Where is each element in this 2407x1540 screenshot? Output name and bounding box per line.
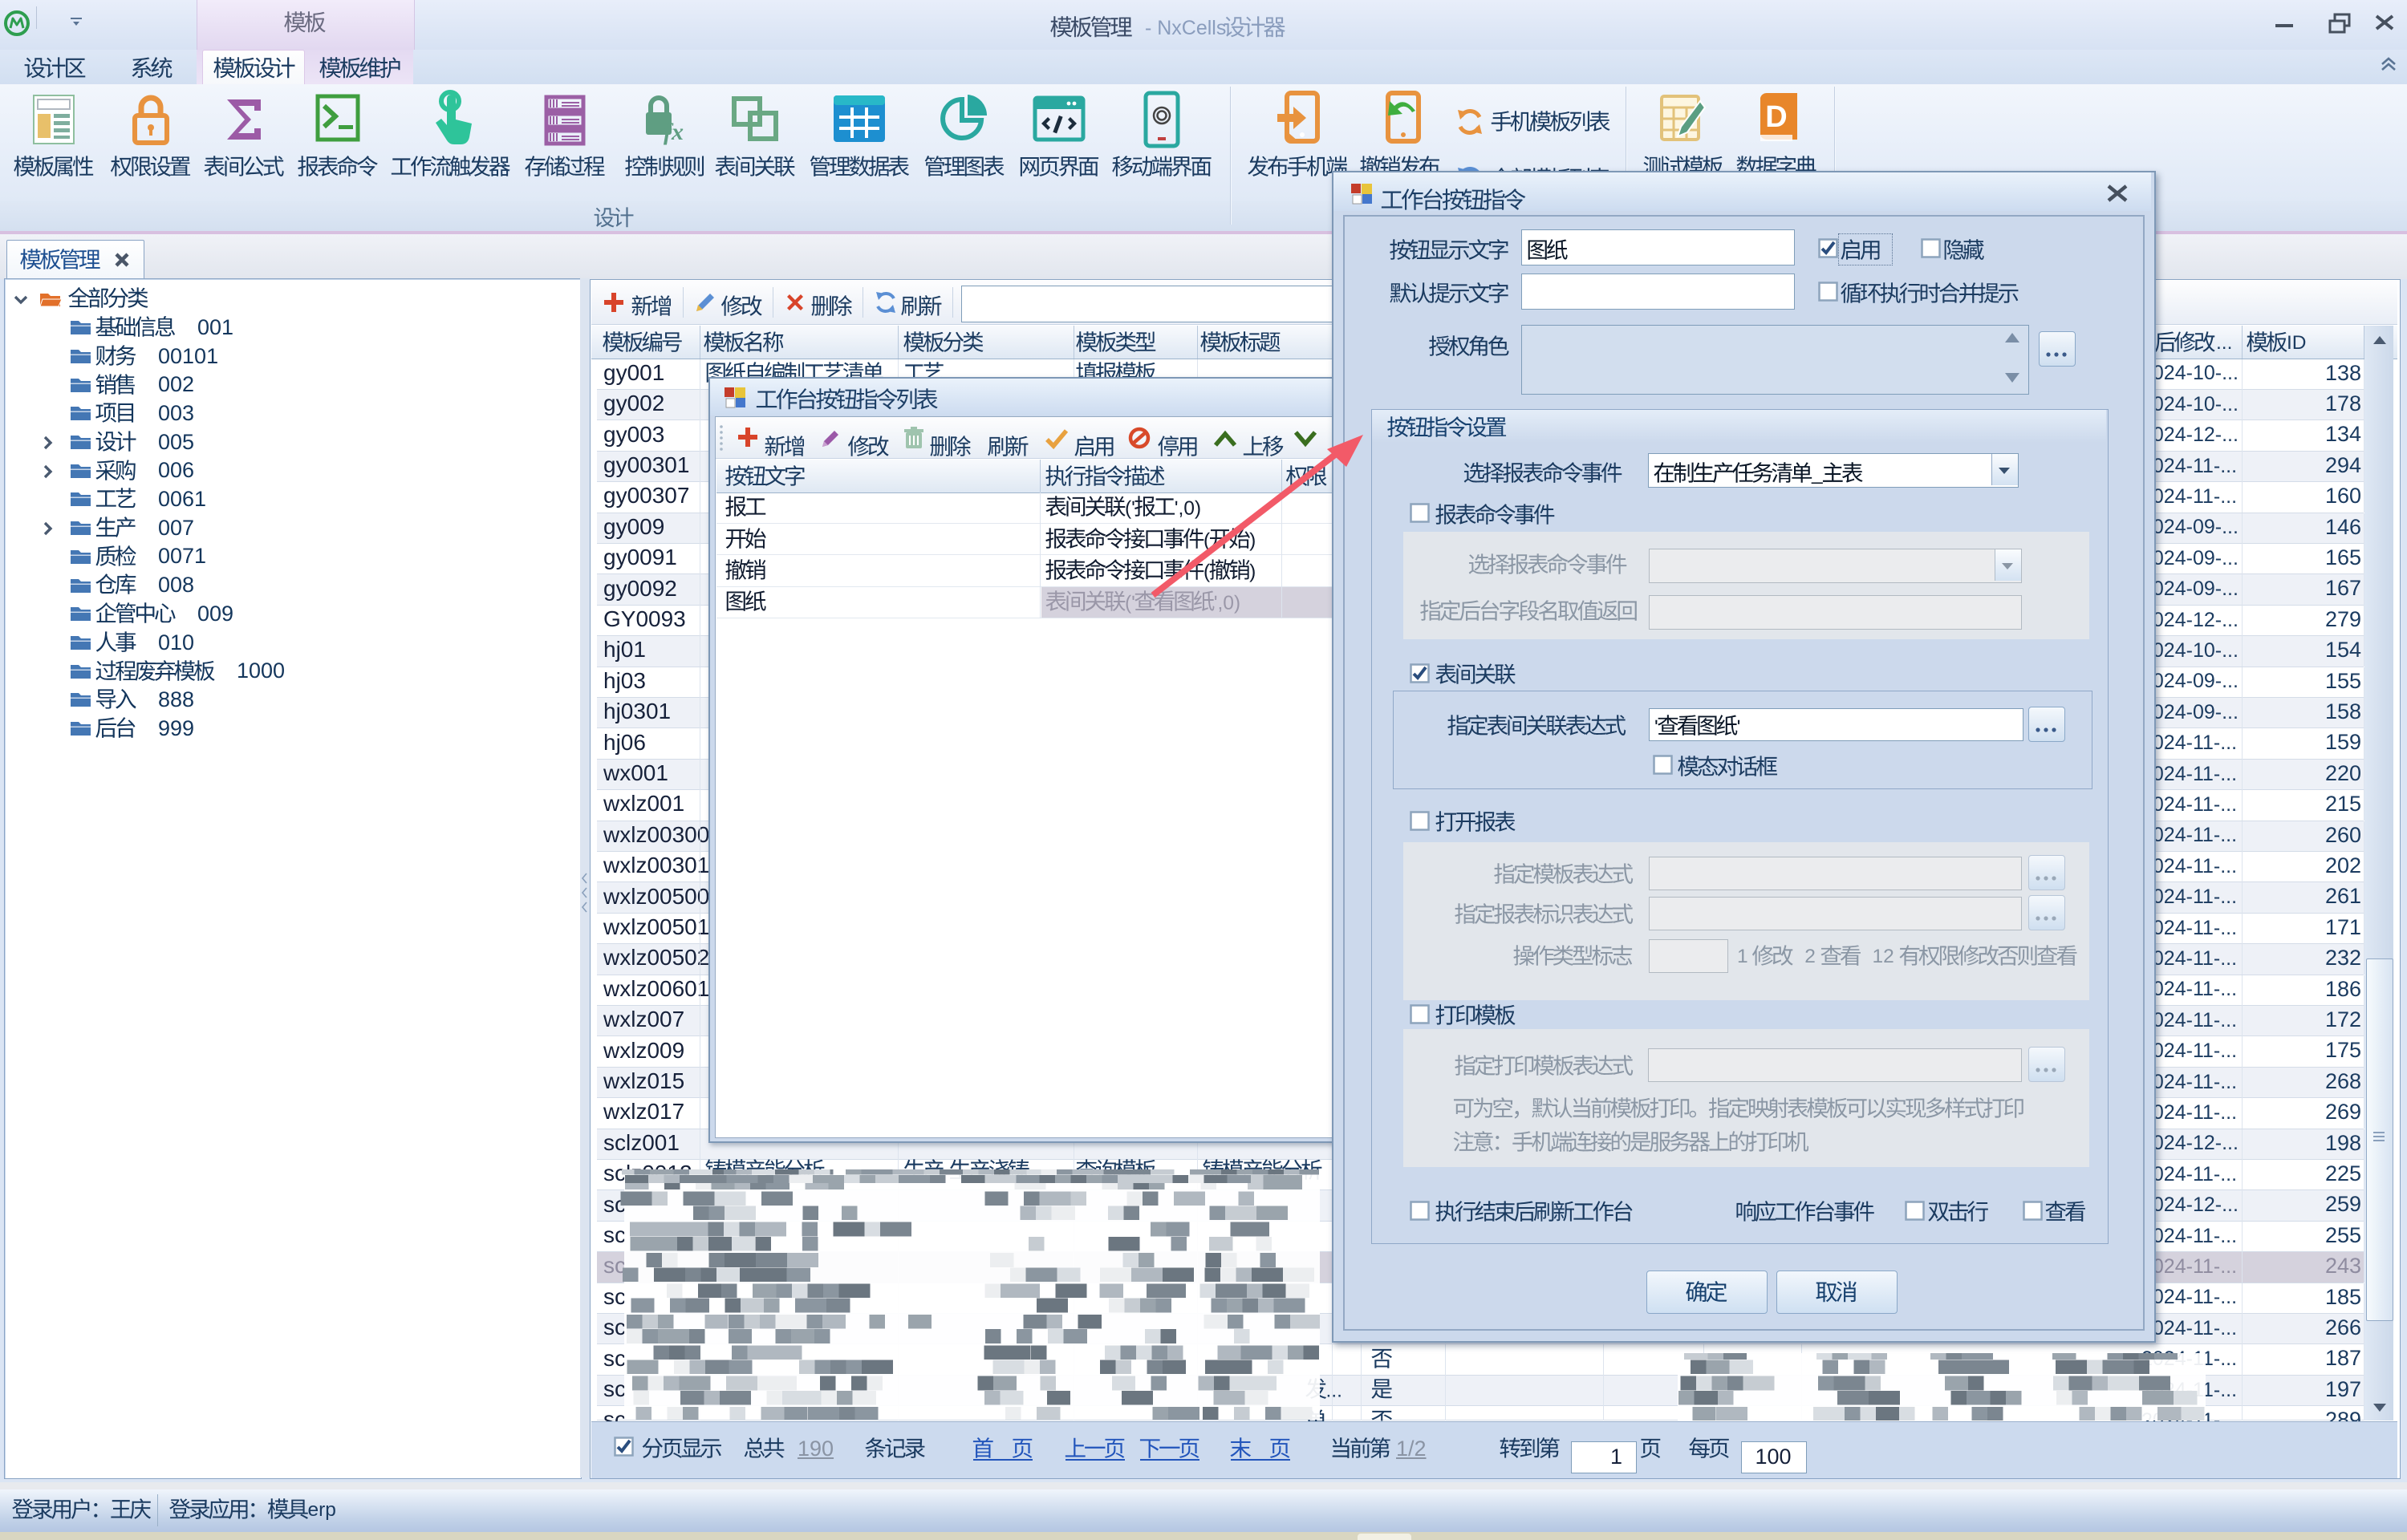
svg-text:fx: fx bbox=[664, 119, 684, 145]
svg-text:D: D bbox=[1765, 100, 1787, 134]
